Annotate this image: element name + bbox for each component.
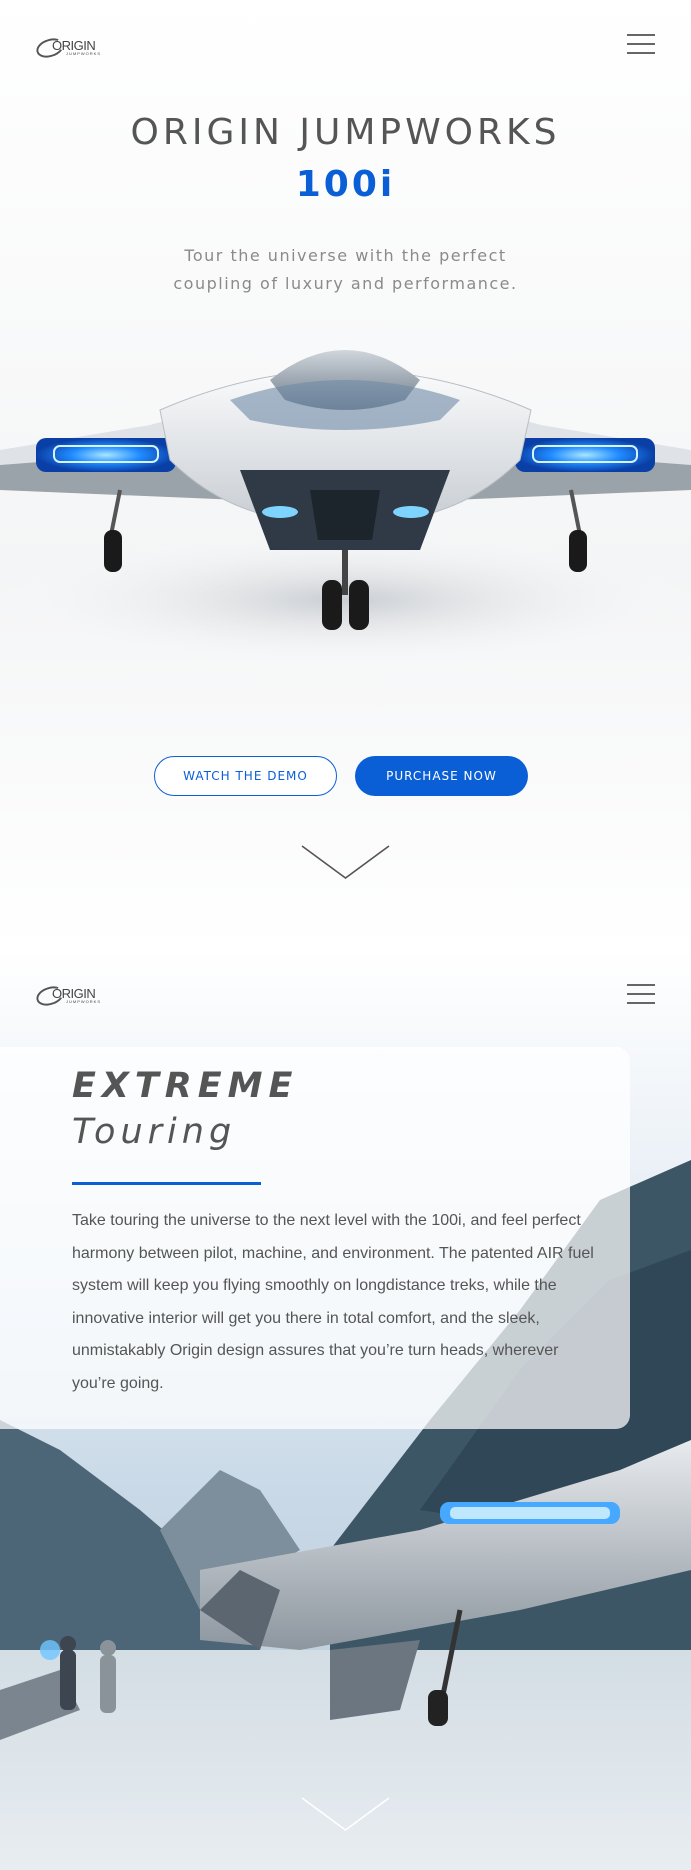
tagline: Tour the universe with the perfect coupl… <box>120 242 571 298</box>
tagline-line-1: Tour the universe with the perfect <box>184 246 507 265</box>
page-title: ORIGIN JUMPWORKS <box>130 112 561 153</box>
logo-subtext-2: JUMPWORKS <box>66 998 101 1004</box>
logo-subtext: JUMPWORKS <box>66 50 101 56</box>
feature-section: ORIGIN JUMPWORKS EXTREME Touring Take to… <box>0 950 691 1870</box>
hero-section: ORIGIN JUMPWORKS ORIGIN JUMPWORKS 100i T… <box>0 0 691 950</box>
origin-logo-2[interactable]: ORIGIN JUMPWORKS <box>33 980 112 1010</box>
watch-demo-button[interactable]: WATCH THE DEMO <box>154 756 337 796</box>
feature-title: EXTREME <box>72 1066 299 1106</box>
tagline-line-2: coupling of luxury and performance. <box>173 274 518 293</box>
purchase-now-button[interactable]: PURCHASE NOW <box>355 756 528 796</box>
model-name: 100i <box>295 164 396 205</box>
feature-body: Take touring the universe to the next le… <box>72 1212 594 1392</box>
chevron-down-icon[interactable] <box>300 844 391 880</box>
origin-logo-icon-2 <box>33 983 67 1009</box>
hamburger-menu-icon-2[interactable] <box>627 984 655 1004</box>
title-underline <box>72 1182 261 1185</box>
hamburger-menu-icon[interactable] <box>627 34 655 54</box>
origin-logo[interactable]: ORIGIN JUMPWORKS <box>33 32 112 62</box>
chevron-down-icon-2[interactable] <box>300 1796 391 1832</box>
origin-logo-icon <box>33 35 67 61</box>
feature-subtitle: Touring <box>72 1112 237 1152</box>
ship-front-image <box>0 350 691 670</box>
